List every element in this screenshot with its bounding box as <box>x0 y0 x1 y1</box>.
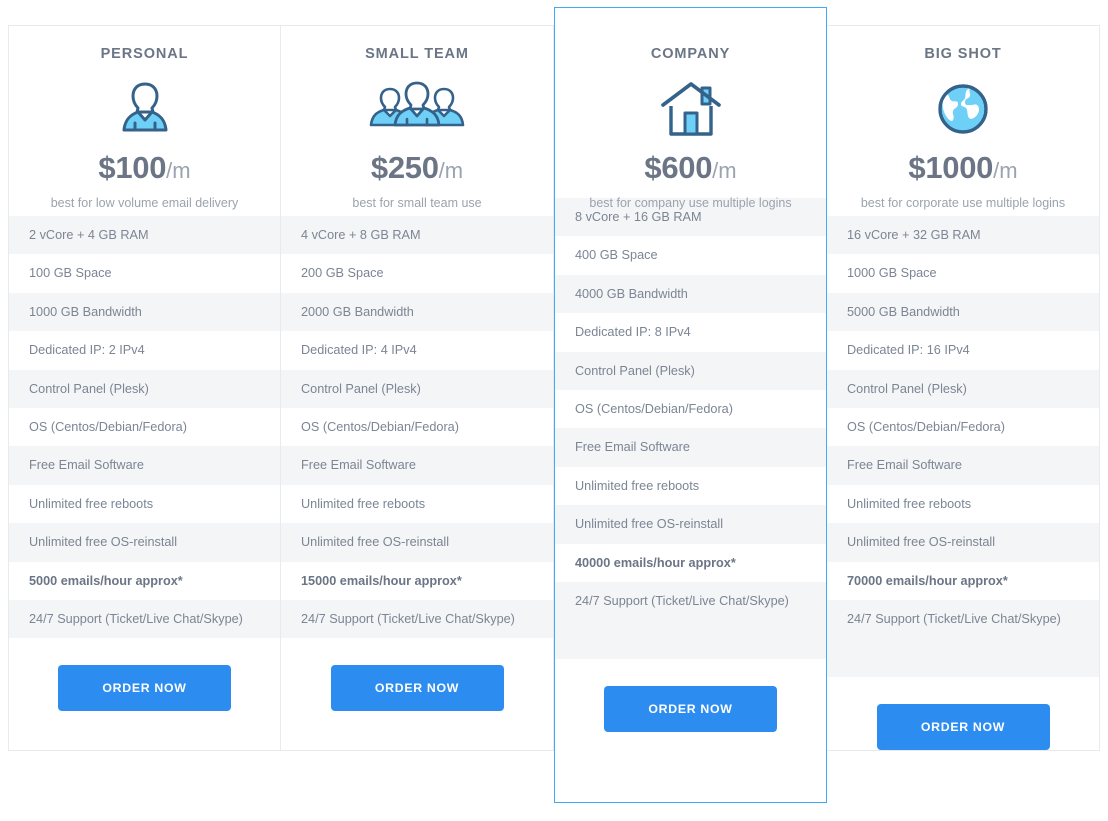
plan-footer: ORDER NOW <box>555 658 826 732</box>
plan-price-amount: $600 <box>644 150 713 185</box>
plan-title: PERSONAL <box>100 46 189 62</box>
feature-item: Control Panel (Plesk) <box>555 351 826 390</box>
feature-item: 4000 GB Bandwidth <box>555 274 826 314</box>
feature-item: OS (Centos/Debian/Fedora) <box>555 389 826 429</box>
plan-title: SMALL TEAM <box>365 46 469 62</box>
feature-list: 4 vCore + 8 GB RAM 200 GB Space 2000 GB Ba… <box>281 216 553 639</box>
feature-item: Dedicated IP: 16 IPv4 <box>827 331 1099 370</box>
order-now-button[interactable]: ORDER NOW <box>876 703 1050 750</box>
feature-item: OS (Centos/Debian/Fedora) <box>9 407 280 447</box>
feature-item: Unlimited free reboots <box>555 466 826 506</box>
feature-item: Free Email Software <box>555 428 826 467</box>
plan-tagline: best for low volume email delivery <box>50 196 239 210</box>
feature-item: 2 vCore + 4 GB RAM <box>9 216 280 255</box>
plan-price: $600/m <box>555 152 826 183</box>
feature-item: Unlimited free OS-reinstall <box>827 523 1099 562</box>
feature-item: 5000 emails/hour approx* <box>9 561 280 600</box>
group-of-users-icon <box>369 81 465 127</box>
plan-card-personal[interactable]: PERSONAL $100/m best for low volume email… <box>8 25 281 751</box>
feature-item: 16 vCore + 32 GB RAM <box>827 216 1099 255</box>
feature-item: 400 GB Space <box>555 236 826 275</box>
plan-footer: ORDER NOW <box>827 676 1099 750</box>
plan-tagline: best for corporate use multiple logins <box>860 196 1066 210</box>
plan-price-period: /m <box>166 158 191 183</box>
feature-item: Dedicated IP: 4 IPv4 <box>281 331 553 370</box>
feature-item: Unlimited free OS-reinstall <box>281 523 553 562</box>
feature-item: OS (Centos/Debian/Fedora) <box>827 407 1099 447</box>
feature-item: Unlimited free reboots <box>281 484 553 524</box>
house-icon <box>660 82 721 136</box>
feature-item-support: 24/7 Support (Ticket/Live Chat/Skype) <box>555 581 826 659</box>
feature-item: OS (Centos/Debian/Fedora) <box>281 407 553 447</box>
feature-item: Control Panel (Plesk) <box>827 369 1099 408</box>
feature-item: 200 GB Space <box>281 254 553 293</box>
plan-card-big-shot[interactable]: BIG SHOT $1000/m best for corporate use m… <box>827 25 1100 751</box>
feature-item: 15000 emails/hour approx* <box>281 561 553 600</box>
feature-item-support: 24/7 Support (Ticket/Live Chat/Skype) <box>281 599 553 639</box>
globe-icon <box>938 84 988 134</box>
feature-item: 40000 emails/hour approx* <box>555 543 826 582</box>
plan-footer: ORDER NOW <box>281 638 553 712</box>
order-now-button[interactable]: ORDER NOW <box>604 685 777 732</box>
feature-item: 2000 GB Bandwidth <box>281 292 553 332</box>
plan-title: BIG SHOT <box>924 46 1002 62</box>
order-now-button[interactable]: ORDER NOW <box>58 665 231 712</box>
feature-item: 1000 GB Space <box>827 254 1099 293</box>
plan-card-small-team[interactable]: SMALL TEAM $250/m best for small team use… <box>281 25 554 751</box>
feature-item: Dedicated IP: 8 IPv4 <box>555 313 826 352</box>
feature-item: Unlimited free OS-reinstall <box>555 505 826 544</box>
plan-icon-wrap <box>827 78 1099 140</box>
plan-header: BIG SHOT $1000/m best for corporate use m… <box>827 26 1099 216</box>
feature-item: Free Email Software <box>9 446 280 485</box>
plan-price-period: /m <box>993 158 1018 183</box>
feature-item: 70000 emails/hour approx* <box>827 561 1099 600</box>
feature-item: Free Email Software <box>827 446 1099 485</box>
plan-price-amount: $100 <box>98 150 167 185</box>
feature-item: Control Panel (Plesk) <box>281 369 553 408</box>
plan-card-company[interactable]: COMPANY $600/mbest for company use multi… <box>554 7 827 803</box>
plan-price: $250/m <box>281 152 553 183</box>
plan-footer: ORDER NOW <box>9 638 280 712</box>
plan-header: COMPANY $600/mbest for company use multi… <box>555 8 826 210</box>
feature-list: 8 vCore + 16 GB RAM 400 GB Space 4000 GB B… <box>555 198 826 659</box>
feature-item: 4 vCore + 8 GB RAM <box>281 216 553 255</box>
feature-item: 5000 GB Bandwidth <box>827 292 1099 332</box>
feature-list: 2 vCore + 4 GB RAM 100 GB Space 1000 GB Ba… <box>9 216 280 639</box>
plan-price-amount: $1000 <box>908 150 994 185</box>
feature-item: Unlimited free reboots <box>827 484 1099 524</box>
plan-tagline: best for small team use <box>352 196 482 210</box>
plan-price-period: /m <box>712 158 737 183</box>
feature-item: 100 GB Space <box>9 254 280 293</box>
feature-list: 16 vCore + 32 GB RAM 1000 GB Space 5000 GB… <box>827 216 1099 677</box>
feature-item: Dedicated IP: 2 IPv4 <box>9 331 280 370</box>
plan-header: PERSONAL $100/m best for low volume email… <box>9 26 280 216</box>
feature-item-support: 24/7 Support (Ticket/Live Chat/Skype) <box>9 599 280 639</box>
pricing-table: PERSONAL $100/m best for low volume email… <box>8 7 1100 803</box>
plan-title: COMPANY <box>650 46 731 62</box>
order-now-button[interactable]: ORDER NOW <box>330 665 504 712</box>
plan-icon-wrap <box>9 78 280 140</box>
feature-item: Free Email Software <box>281 446 553 485</box>
plan-columns: PERSONAL $100/m best for low volume email… <box>8 7 1100 803</box>
plan-price-amount: $250 <box>370 150 439 185</box>
plan-icon-wrap <box>555 78 826 140</box>
plan-header: SMALL TEAM $250/m best for small team use <box>281 26 553 216</box>
plan-icon-wrap <box>281 78 553 140</box>
feature-item: Unlimited free reboots <box>9 484 280 524</box>
plan-price: $1000/m <box>827 152 1099 183</box>
feature-item: 1000 GB Bandwidth <box>9 292 280 332</box>
plan-price: $100/m <box>9 152 280 183</box>
plan-price-period: /m <box>438 158 464 183</box>
feature-item: Unlimited free OS-reinstall <box>9 523 280 562</box>
feature-item-support: 24/7 Support (Ticket/Live Chat/Skype) <box>827 599 1099 677</box>
feature-item: Control Panel (Plesk) <box>9 369 280 408</box>
single-user-icon <box>122 82 167 132</box>
